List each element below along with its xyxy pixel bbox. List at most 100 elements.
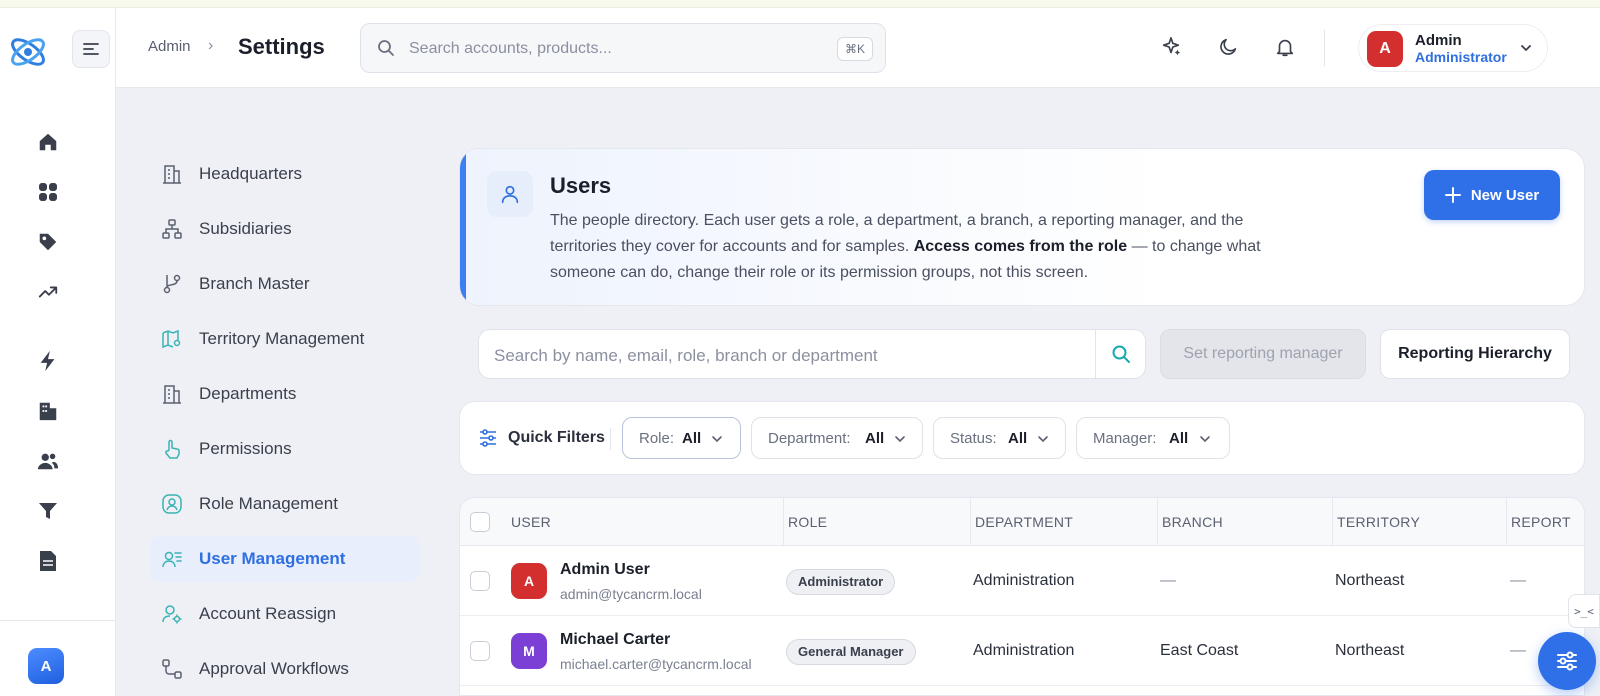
sliders-icon	[1557, 651, 1577, 671]
hierarchy-icon	[162, 219, 182, 239]
moon-icon[interactable]	[1215, 34, 1241, 60]
new-user-label: New User	[1470, 186, 1540, 204]
role-badge: General Manager	[786, 639, 916, 665]
users-intro-card: Users The people directory. Each user ge…	[459, 148, 1585, 306]
settings-nav-approval-workflows[interactable]: Approval Workflows	[150, 646, 420, 692]
quick-filters-label: Quick Filters	[508, 429, 605, 446]
settings-nav-label: Headquarters	[199, 164, 303, 183]
bolt-icon[interactable]	[36, 349, 60, 373]
settings-nav-role-management[interactable]: Role Management	[150, 481, 420, 527]
new-user-button[interactable]: New User	[1424, 170, 1560, 220]
select-all-checkbox[interactable]	[470, 512, 490, 532]
map-pin-icon	[162, 329, 182, 349]
column-header-user[interactable]: USER	[511, 514, 551, 530]
apps-grid-icon[interactable]	[36, 180, 60, 204]
sidebar-toggle-button[interactable]	[72, 30, 110, 68]
filter-value: All	[865, 430, 885, 447]
column-header-branch[interactable]: BRANCH	[1162, 514, 1223, 530]
users-table: USER ROLE DEPARTMENT BRANCH TERRITORY RE…	[459, 497, 1585, 696]
column-divider	[783, 498, 784, 546]
filter-value: All	[1169, 430, 1189, 447]
filter-manager[interactable]: Manager: All	[1076, 417, 1230, 459]
settings-nav-user-management[interactable]: User Management	[150, 536, 420, 582]
search-placeholder: Search accounts, products...	[409, 40, 612, 57]
settings-nav-label: Role Management	[199, 494, 338, 513]
top-header: Admin › Settings Search accounts, produc…	[116, 8, 1600, 88]
app-logo[interactable]	[6, 30, 50, 74]
filter-key: Department:	[768, 430, 851, 447]
trending-up-icon[interactable]	[36, 280, 60, 304]
territory-cell: Northeast	[1335, 572, 1405, 589]
card-accent-bar	[460, 149, 466, 305]
chevron-down-icon	[1519, 41, 1533, 60]
home-icon[interactable]	[36, 130, 60, 154]
users-description: The people directory. Each user gets a r…	[550, 212, 1261, 281]
settings-nav-territory-management[interactable]: Territory Management	[150, 316, 420, 362]
settings-nav-departments[interactable]: Departments	[150, 371, 420, 417]
column-header-reports-to[interactable]: REPORT	[1511, 514, 1571, 530]
settings-nav-headquarters[interactable]: Headquarters	[150, 151, 420, 197]
user-avatar: A	[1367, 31, 1403, 67]
filters-divider	[610, 428, 611, 450]
settings-nav-label: Branch Master	[199, 274, 310, 293]
row-checkbox[interactable]	[470, 641, 490, 661]
user-profile-menu[interactable]: A Admin Administrator	[1358, 24, 1548, 72]
filter-icon[interactable]	[36, 499, 60, 523]
reporting-hierarchy-button[interactable]: Reporting Hierarchy	[1380, 329, 1570, 379]
settings-fab-button[interactable]	[1538, 632, 1596, 690]
column-header-territory[interactable]: TERRITORY	[1337, 514, 1420, 530]
user-gear-icon	[162, 604, 182, 624]
branch-cell: East Coast	[1160, 642, 1239, 659]
user-list-icon	[162, 549, 182, 569]
set-reporting-manager-button[interactable]: Set reporting manager	[1160, 329, 1366, 379]
settings-nav-subsidiaries[interactable]: Subsidiaries	[150, 206, 420, 252]
row-checkbox[interactable]	[470, 571, 490, 591]
user-circle-icon	[162, 494, 182, 514]
users-icon[interactable]	[36, 449, 60, 473]
column-divider	[970, 498, 971, 546]
sliders-icon	[479, 429, 497, 452]
bell-icon[interactable]	[1272, 34, 1298, 60]
tag-icon[interactable]	[36, 230, 60, 254]
table-row[interactable]: A Admin User admin@tycancrm.local Admini…	[460, 546, 1584, 616]
settings-nav-branch-master[interactable]: Branch Master	[150, 261, 420, 307]
quick-filters-bar: Quick Filters Role: All Department: All …	[459, 401, 1585, 475]
column-header-department[interactable]: DEPARTMENT	[975, 514, 1073, 530]
rail-avatar[interactable]: A	[28, 648, 64, 684]
filter-key: Status:	[950, 430, 997, 447]
user-search-input[interactable]: Search by name, email, role, branch or d…	[478, 329, 1146, 379]
user-name[interactable]: Admin User	[560, 561, 650, 579]
global-search-input[interactable]: Search accounts, products... ⌘K	[360, 23, 886, 73]
chevron-down-icon	[711, 432, 723, 450]
settings-nav-label: Departments	[199, 384, 297, 403]
building-icon	[162, 164, 182, 184]
table-row[interactable]: M Michael Carter michael.carter@tycancrm…	[460, 616, 1584, 686]
filter-key: Manager:	[1093, 430, 1157, 447]
row-avatar: A	[511, 563, 547, 599]
search-button[interactable]	[1095, 330, 1145, 378]
sparkle-icon[interactable]	[1158, 34, 1184, 60]
department-cell: Administration	[973, 572, 1075, 589]
filter-key: Role:	[639, 430, 675, 447]
dev-tools-tab[interactable]: >_<	[1568, 594, 1600, 628]
user-name[interactable]: Michael Carter	[560, 631, 670, 649]
breadcrumb-chevron-icon: ›	[208, 37, 214, 54]
workflow-icon	[162, 659, 182, 679]
search-icon	[1112, 345, 1130, 363]
settings-nav-permissions[interactable]: Permissions	[150, 426, 420, 472]
document-icon[interactable]	[36, 549, 60, 573]
filter-role[interactable]: Role: All	[622, 417, 741, 459]
building-icon[interactable]	[36, 399, 60, 423]
filter-department[interactable]: Department: All	[751, 417, 923, 459]
chevron-down-icon	[1037, 432, 1049, 450]
breadcrumb[interactable]: Admin	[148, 38, 191, 55]
page-title: Settings	[238, 34, 325, 59]
git-branch-icon	[162, 274, 182, 294]
settings-nav-label: Approval Workflows	[199, 659, 349, 678]
role-badge: Administrator	[786, 569, 896, 595]
column-header-role[interactable]: ROLE	[788, 514, 827, 530]
reports-to-cell: —	[1510, 572, 1526, 589]
user-search-placeholder: Search by name, email, role, branch or d…	[494, 346, 878, 365]
filter-status[interactable]: Status: All	[933, 417, 1066, 459]
settings-nav-account-reassign[interactable]: Account Reassign	[150, 591, 420, 637]
